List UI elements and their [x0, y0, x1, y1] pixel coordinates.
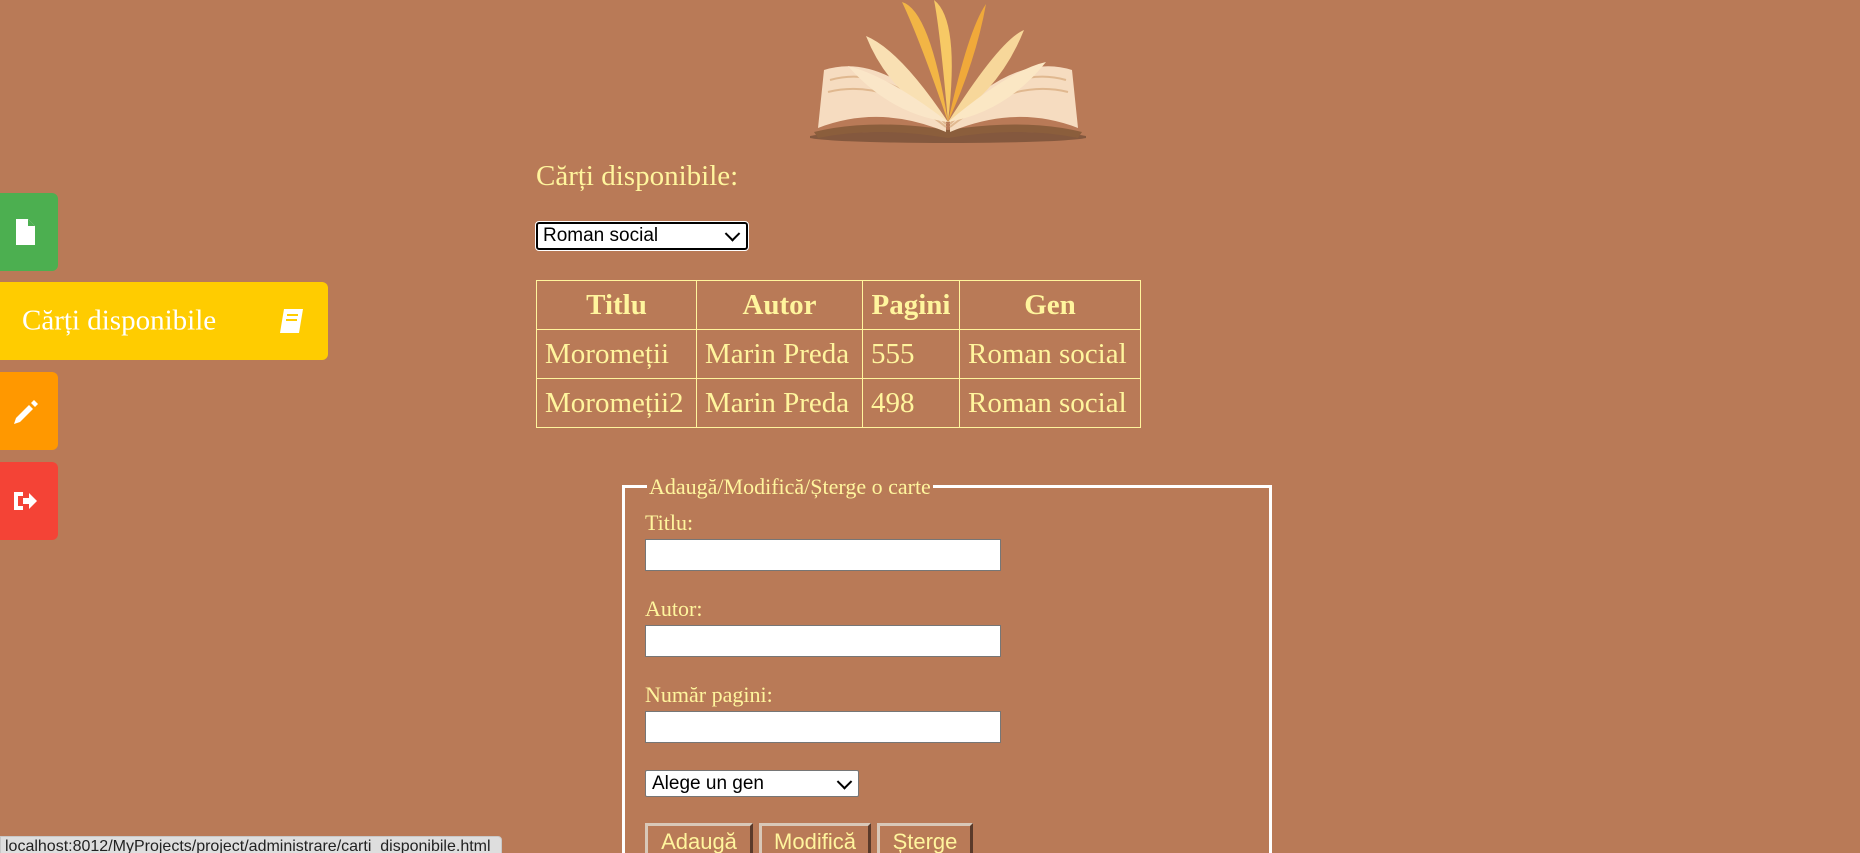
column-header-titlu: Titlu — [536, 280, 697, 330]
column-header-pagini: Pagini — [862, 280, 960, 330]
book-icon — [280, 309, 303, 333]
sidebar-item-logout[interactable] — [0, 462, 58, 540]
chevron-down-icon — [836, 773, 853, 790]
books-table: Titlu Autor Pagini Gen Moromeții Marin P… — [536, 280, 1141, 428]
sign-out-icon — [14, 492, 37, 510]
table-cell-pagini: 498 — [862, 378, 960, 428]
autor-label: Autor: — [645, 596, 703, 621]
file-icon — [16, 219, 35, 245]
table-cell-autor: Marin Preda — [696, 329, 863, 379]
table-cell-gen: Roman social — [959, 329, 1141, 379]
genre-filter-select[interactable]: Roman social — [535, 221, 749, 251]
chevron-down-icon — [724, 226, 741, 242]
open-book-logo — [810, 0, 1086, 143]
add-button[interactable]: Adaugă — [645, 823, 753, 853]
gen-select[interactable]: Alege un gen — [645, 770, 859, 797]
status-bar-url: localhost:8012/MyProjects/project/admini… — [0, 836, 502, 853]
sidebar-item-carti-disponibile[interactable]: Cărți disponibile — [0, 282, 328, 360]
pagini-label: Număr pagini: — [645, 682, 773, 707]
table-cell-titlu: Moromeții2 — [536, 378, 697, 428]
table-cell-autor: Marin Preda — [696, 378, 863, 428]
table-header-row: Titlu Autor Pagini Gen — [536, 280, 1141, 330]
autor-input[interactable] — [645, 625, 1001, 657]
column-header-gen: Gen — [959, 280, 1141, 330]
sidebar-item-documents[interactable] — [0, 193, 58, 271]
table-cell-titlu: Moromeții — [536, 329, 697, 379]
titlu-input[interactable] — [645, 539, 1001, 571]
genre-filter-value: Roman social — [543, 225, 659, 246]
titlu-label: Titlu: — [645, 510, 694, 535]
sidebar-item-edit[interactable] — [0, 372, 58, 450]
table-row: Moromeții2 Marin Preda 498 Roman social — [536, 378, 1141, 428]
table-row: Moromeții Marin Preda 555 Roman social — [536, 329, 1141, 379]
form-legend: Adaugă/Modifică/Șterge o carte — [647, 474, 933, 500]
modify-button[interactable]: Modifică — [759, 823, 871, 853]
book-form-fieldset: Adaugă/Modifică/Șterge o carte Titlu: Au… — [622, 474, 1272, 853]
delete-button[interactable]: Șterge — [877, 823, 973, 853]
gen-select-value: Alege un gen — [652, 772, 764, 794]
column-header-autor: Autor — [696, 280, 863, 330]
table-cell-pagini: 555 — [862, 329, 960, 379]
pencil-icon — [14, 400, 38, 424]
pagini-input[interactable] — [645, 711, 1001, 743]
table-cell-gen: Roman social — [959, 378, 1141, 428]
page-title: Cărți disponibile: — [536, 160, 739, 192]
sidebar-item-label: Cărți disponibile — [22, 304, 217, 337]
